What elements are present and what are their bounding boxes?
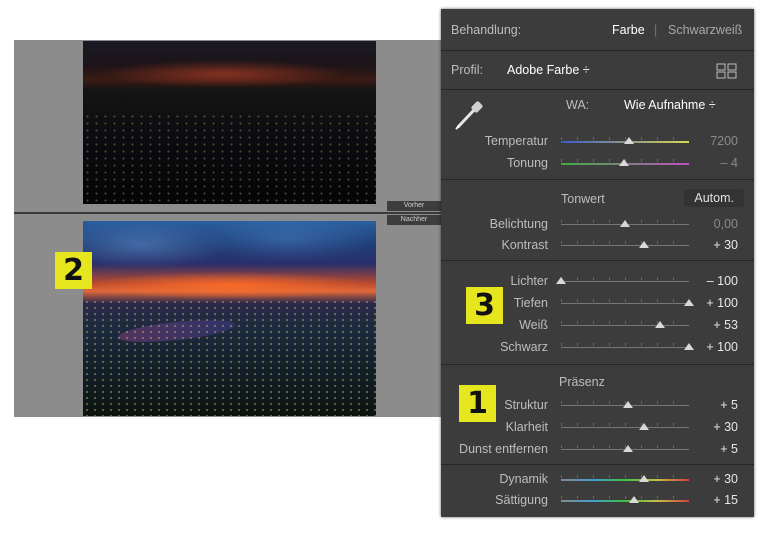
slider-label: Weiß: [519, 318, 548, 332]
slider-track[interactable]: [561, 281, 689, 282]
before-after-canvas: Vorher Nachher: [14, 40, 444, 417]
slider-label: Schwarz: [500, 340, 548, 354]
before-label: Vorher: [387, 201, 441, 211]
slider-value[interactable]: – 4: [721, 153, 738, 173]
slider-row: Sättigung + 15: [441, 490, 754, 510]
slider-row: Temperatur 7200: [441, 131, 754, 151]
slider-label: Lichter: [510, 274, 548, 288]
profile-select[interactable]: Adobe Farbe ÷: [507, 60, 590, 80]
slider-label: Tiefen: [513, 296, 548, 310]
callout-badge-1: 1: [459, 385, 496, 422]
separator: [441, 260, 754, 261]
slider-label: Kontrast: [501, 238, 548, 252]
slider-ticks: [561, 321, 689, 324]
slider-thumb[interactable]: [639, 475, 650, 482]
separator: [441, 50, 754, 51]
slider-value[interactable]: + 30: [713, 235, 738, 255]
slider-value[interactable]: + 15: [713, 490, 738, 510]
river-reflection: [117, 316, 236, 347]
treatment-color-option[interactable]: Farbe: [612, 20, 645, 40]
before-photo: [83, 41, 376, 204]
slider-track[interactable]: [561, 479, 689, 481]
slider-value[interactable]: + 100: [706, 293, 738, 313]
slider-label: Dunst entfernen: [459, 442, 548, 456]
slider-thumb[interactable]: [684, 343, 694, 350]
slider-value[interactable]: + 5: [720, 395, 738, 415]
slider-thumb[interactable]: [623, 137, 634, 144]
slider-row: Dynamik + 30: [441, 469, 754, 489]
slider-thumb[interactable]: [620, 220, 630, 227]
slider-value[interactable]: + 5: [720, 439, 738, 459]
slider-track[interactable]: [561, 427, 689, 428]
presence-section-title: Präsenz: [559, 375, 605, 389]
slider-track[interactable]: [561, 500, 689, 502]
slider-row: Dunst entfernen + 5: [441, 439, 754, 459]
slider-ticks: [561, 299, 689, 302]
slider-thumb[interactable]: [622, 401, 633, 408]
slider-value[interactable]: 7200: [710, 131, 738, 151]
slider-thumb[interactable]: [639, 423, 650, 430]
treatment-label: Behandlung:: [451, 23, 522, 37]
separator: [441, 464, 754, 465]
slider-ticks: [561, 241, 689, 244]
slider-thumb[interactable]: [684, 299, 694, 306]
slider-ticks: [561, 496, 689, 499]
slider-ticks: [561, 277, 689, 280]
slider-label: Klarheit: [505, 420, 548, 434]
slider-value[interactable]: + 53: [713, 315, 738, 335]
slider-label: Belichtung: [489, 217, 548, 231]
callout-badge-3: 3: [466, 287, 503, 324]
after-photo: [83, 221, 376, 416]
slider-track[interactable]: [561, 303, 689, 304]
slider-thumb[interactable]: [628, 496, 639, 503]
slider-ticks: [561, 343, 689, 346]
separator: [441, 364, 754, 365]
slider-thumb[interactable]: [556, 277, 566, 284]
white-balance-select[interactable]: Wie Aufnahme ÷: [624, 95, 716, 115]
tone-section-title: Tonwert: [561, 192, 605, 206]
slider-label: Temperatur: [484, 134, 548, 148]
slider-row: Schwarz + 100: [441, 337, 754, 357]
slider-thumb[interactable]: [618, 159, 629, 166]
slider-label: Struktur: [504, 398, 548, 412]
slider-value[interactable]: – 100: [707, 271, 738, 291]
separator: [441, 89, 754, 90]
profile-browser-grid-icon[interactable]: [716, 63, 738, 79]
auto-tone-button[interactable]: Autom.: [684, 189, 744, 207]
slider-value[interactable]: + 100: [706, 337, 738, 357]
slider-label: Dynamik: [499, 472, 548, 486]
before-after-divider[interactable]: [14, 212, 444, 214]
slider-thumb[interactable]: [622, 445, 633, 452]
slider-row: Kontrast + 30: [441, 235, 754, 255]
slider-value[interactable]: + 30: [713, 417, 738, 437]
slider-value[interactable]: 0,00: [714, 214, 738, 234]
slider-track[interactable]: [561, 245, 689, 246]
callout-badge-2: 2: [55, 252, 92, 289]
slider-ticks: [561, 423, 689, 426]
after-label: Nachher: [387, 215, 441, 225]
slider-ticks: [561, 475, 689, 478]
treatment-bw-option[interactable]: Schwarzweiß: [668, 20, 742, 40]
slider-label: Sättigung: [495, 493, 548, 507]
slider-value[interactable]: + 30: [713, 469, 738, 489]
slider-row: Tonung – 4: [441, 153, 754, 173]
slider-thumb[interactable]: [639, 241, 650, 248]
basic-panel: Behandlung: Farbe | Schwarzweiß Profil: …: [441, 9, 754, 517]
separator: [441, 179, 754, 180]
slider-thumb[interactable]: [654, 321, 665, 328]
treatment-divider: |: [654, 23, 658, 37]
slider-track[interactable]: [561, 325, 689, 326]
slider-label: Tonung: [506, 156, 548, 170]
slider-row: Belichtung 0,00: [441, 214, 754, 234]
slider-track[interactable]: [561, 347, 689, 348]
white-balance-label: WA:: [566, 98, 590, 112]
profile-label: Profil:: [451, 63, 483, 77]
